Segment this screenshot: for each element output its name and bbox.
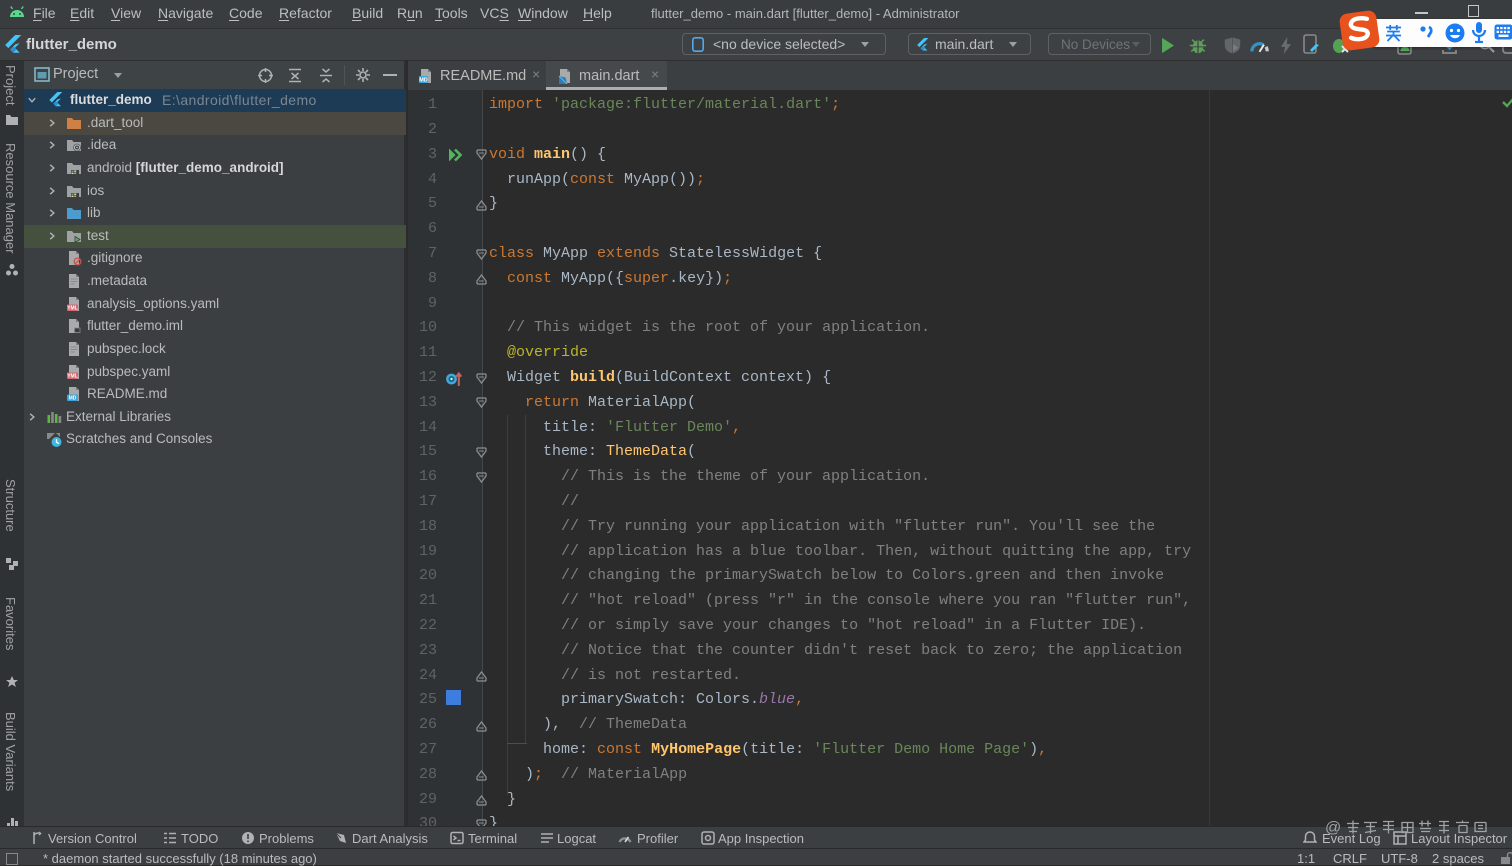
svg-text:MD: MD: [419, 78, 428, 84]
svg-text:MD: MD: [69, 396, 77, 402]
svg-text:YML: YML: [67, 373, 78, 379]
svg-text:YML: YML: [67, 305, 78, 311]
